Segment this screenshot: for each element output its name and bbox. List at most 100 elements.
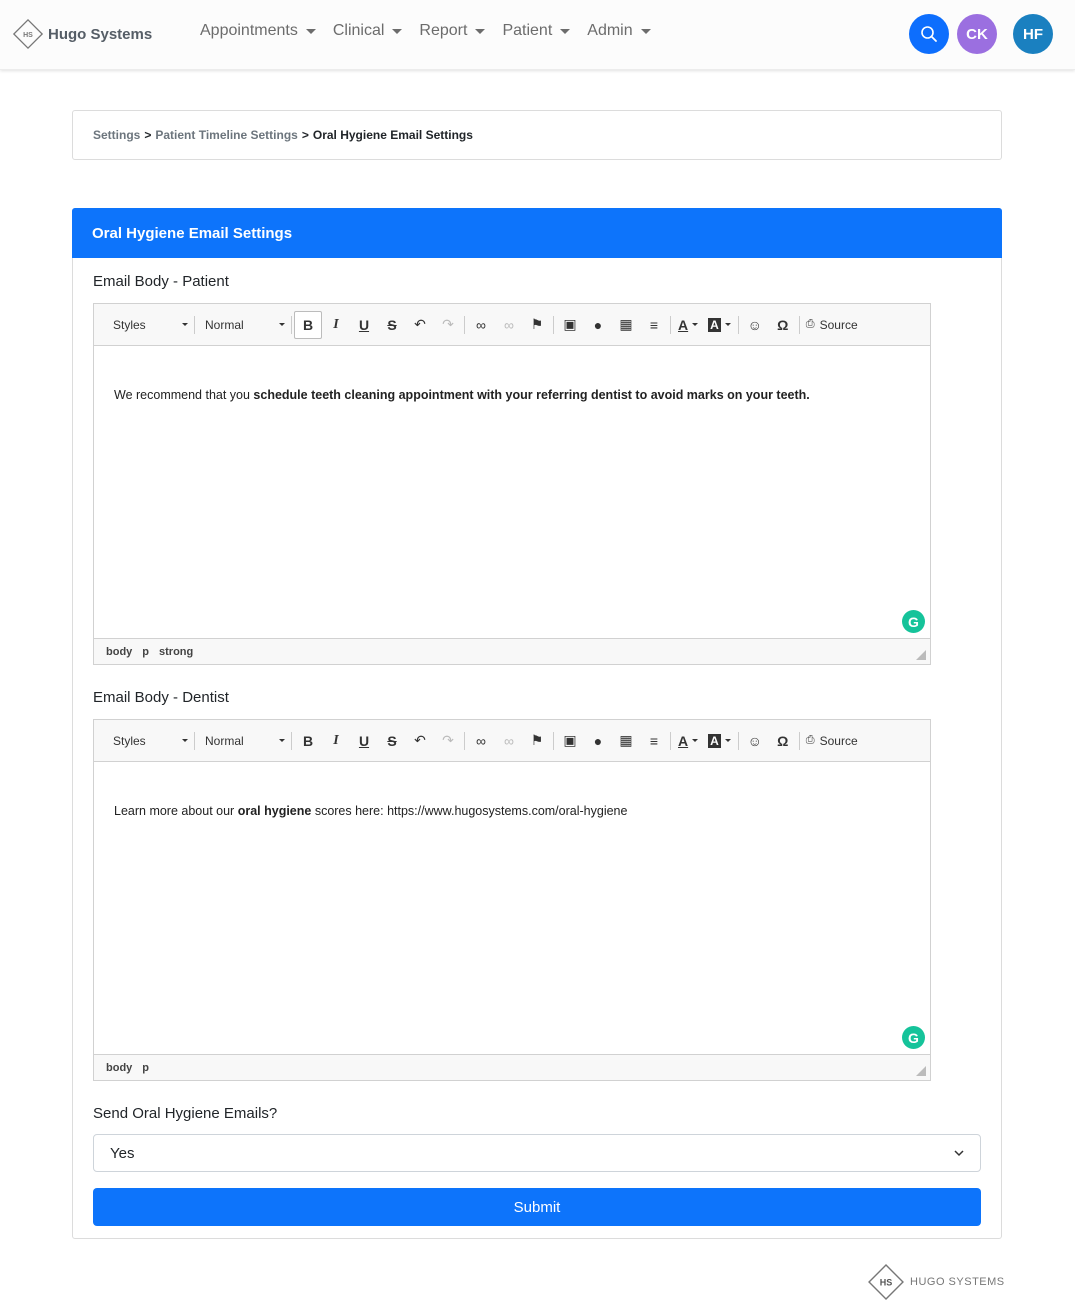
link-icon: ∞ [476,732,486,749]
bold-button[interactable]: B [294,310,322,339]
styles-dropdown[interactable]: Styles [102,311,192,339]
table-icon: ▦ [619,316,633,332]
toolbar-separator [670,731,671,750]
path-p[interactable]: p [142,646,149,658]
toolbar-separator [291,731,292,750]
format-dropdown[interactable]: Normal [197,727,289,755]
strikethrough-button[interactable]: S [378,727,406,755]
path-body[interactable]: body [106,1062,132,1074]
patient-email-editor: Styles Normal B I U S ↶ ↷ ∞ ∞ ⚑ ▣ ● ▦ ≡ … [93,303,931,665]
styles-dropdown[interactable]: Styles [102,727,192,755]
unlink-icon: ∞ [504,732,514,749]
text-color-button[interactable]: A [673,311,703,339]
bold-icon: B [302,732,314,749]
send-emails-label: Send Oral Hygiene Emails? [93,1105,278,1122]
resize-handle[interactable] [916,650,926,660]
anchor-button[interactable]: ⚑ [523,727,551,755]
italic-button[interactable]: I [322,727,350,755]
dentist-email-label: Email Body - Dentist [93,689,229,706]
brand-link[interactable]: HS Hugo Systems [12,18,152,50]
smiley-button[interactable]: ☺ [741,311,769,339]
italic-icon: I [333,732,339,748]
toolbar-separator [464,731,465,750]
menu-report[interactable]: Report [419,22,486,40]
avatar-hf[interactable]: HF [1013,14,1053,54]
image-button[interactable]: ▣ [556,727,584,755]
bg-color-icon: A [708,733,721,748]
underline-icon: U [358,316,370,333]
breadcrumb-patient-timeline-settings[interactable]: Patient Timeline Settings [155,128,297,142]
top-navbar: HS Hugo Systems Appointments Clinical Re… [0,0,1075,70]
special-char-button[interactable]: Ω [769,727,797,755]
menu-label: Clinical [332,22,385,39]
caret-down-icon [305,28,316,34]
grammarly-icon[interactable]: G [902,610,925,633]
avatar-ck[interactable]: CK [957,14,997,54]
underline-button[interactable]: U [350,727,378,755]
styles-label: Styles [113,317,146,332]
undo-button[interactable]: ↶ [406,727,434,755]
footer-brand: HUGO SYSTEMS [910,1276,1005,1288]
search-icon [921,26,937,42]
horizontal-rule-button[interactable]: ≡ [640,311,668,339]
unlink-button[interactable]: ∞ [495,727,523,755]
caret-down-icon [692,739,699,742]
card-title: Oral Hygiene Email Settings [72,208,1002,258]
anchor-button[interactable]: ⚑ [523,311,551,339]
toolbar-separator [291,315,292,334]
italic-button[interactable]: I [322,311,350,339]
strikethrough-button[interactable]: S [378,311,406,339]
image-button[interactable]: ▣ [556,311,584,339]
send-emails-select[interactable]: Yes [93,1134,981,1172]
link-button[interactable]: ∞ [467,727,495,755]
content-text: We recommend that you [114,388,254,402]
bold-button[interactable]: B [294,727,322,755]
toolbar-separator [194,315,195,334]
horizontal-rule-button[interactable]: ≡ [640,727,668,755]
smiley-button[interactable]: ☺ [741,727,769,755]
underline-button[interactable]: U [350,311,378,339]
background-color-button[interactable]: A [703,727,736,755]
flash-button[interactable]: ● [584,311,612,339]
selected-value: Yes [110,1144,135,1162]
undo-button[interactable]: ↶ [406,311,434,339]
grammarly-icon[interactable]: G [902,1026,925,1049]
text-color-button[interactable]: A [673,727,703,755]
menu-patient[interactable]: Patient [502,22,571,40]
background-color-button[interactable]: A [703,311,736,339]
format-dropdown[interactable]: Normal [197,311,289,339]
patient-email-content[interactable]: We recommend that you schedule teeth cle… [94,346,930,638]
table-button[interactable]: ▦ [612,727,640,755]
redo-button[interactable]: ↷ [434,727,462,755]
breadcrumb-settings[interactable]: Settings [93,128,140,142]
breadcrumb-current: Oral Hygiene Email Settings [312,128,473,142]
bg-color-icon: A [708,317,721,332]
redo-button[interactable]: ↷ [434,311,462,339]
submit-button[interactable]: Submit [93,1188,981,1226]
redo-icon: ↷ [442,316,454,332]
svg-text:HS: HS [23,32,33,39]
flash-button[interactable]: ● [584,727,612,755]
italic-icon: I [333,316,339,332]
special-char-button[interactable]: Ω [769,311,797,339]
resize-handle[interactable] [916,1066,926,1076]
link-button[interactable]: ∞ [467,311,495,339]
menu-label: Admin [587,22,633,39]
path-body[interactable]: body [106,646,132,658]
menu-clinical[interactable]: Clinical [333,22,403,40]
content-bold-text: schedule teeth cleaning appointment with… [253,388,810,402]
path-p[interactable]: p [142,1062,149,1074]
unlink-button[interactable]: ∞ [495,311,523,339]
table-button[interactable]: ▦ [612,311,640,339]
menu-admin[interactable]: Admin [587,22,651,40]
flag-icon: ⚑ [530,316,544,332]
link-icon: ∞ [476,316,486,333]
path-strong[interactable]: strong [159,646,193,658]
source-button[interactable]: ⎙ Source [802,311,862,339]
smiley-icon: ☺ [747,732,762,749]
source-button[interactable]: ⎙ Source [802,727,862,755]
dentist-email-content[interactable]: Learn more about our oral hygiene scores… [94,762,930,1054]
underline-icon: U [358,732,370,749]
search-button[interactable] [909,14,949,54]
menu-appointments[interactable]: Appointments [200,22,316,40]
